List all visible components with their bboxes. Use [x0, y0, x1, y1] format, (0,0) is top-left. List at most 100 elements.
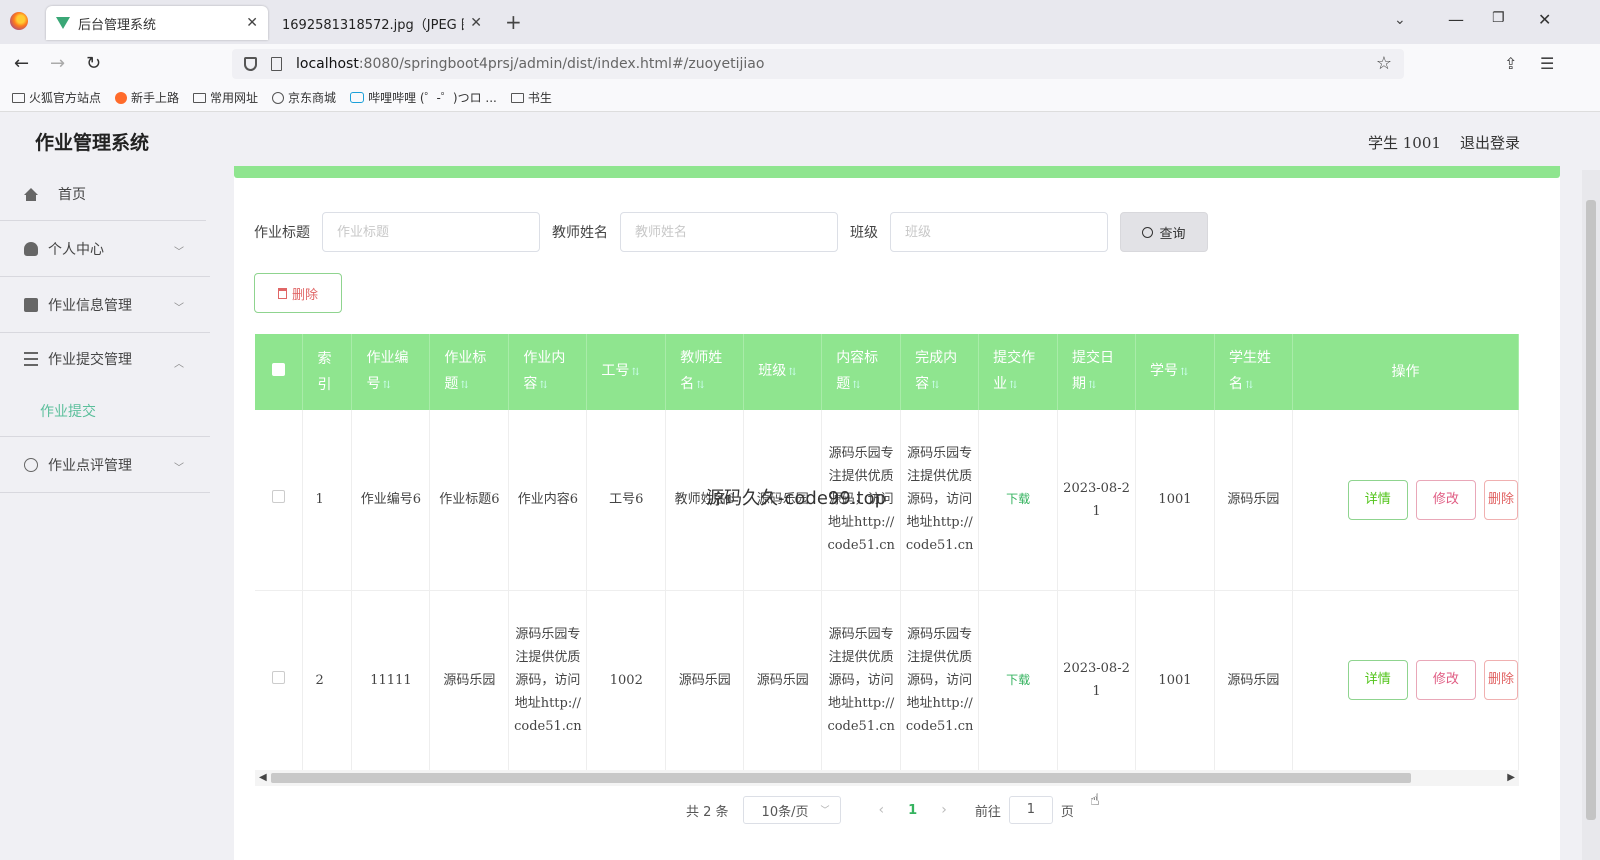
vertical-scrollbar[interactable]	[1582, 170, 1600, 860]
cell-hw-content: 作业内容6	[508, 410, 588, 591]
tab-image[interactable]: 1692581318572.jpg（JPEG 图像, ✕	[272, 6, 492, 40]
scrollbar-thumb[interactable]	[271, 773, 1411, 783]
cell-index: 1	[302, 410, 353, 591]
col-header[interactable]: 学生姓名 ⇅	[1214, 334, 1293, 410]
row-select-cell[interactable]	[255, 410, 304, 591]
detail-button[interactable]: 详情	[1347, 479, 1408, 520]
reload-icon[interactable]: ↻	[86, 53, 101, 74]
title-input[interactable]	[322, 212, 540, 252]
bookmark-item[interactable]: 火狐官方站点	[12, 89, 101, 106]
cell-hw-content: 源码乐园专注提供优质源码，访问地址http://code51.cn	[508, 590, 588, 770]
cell-student-name: 源码乐园	[1214, 590, 1293, 770]
close-icon[interactable]: ✕	[470, 15, 482, 31]
page-icon[interactable]	[271, 57, 282, 71]
bookmark-item[interactable]: 哔哩哔哩 (゜-゜)つロ ...	[350, 89, 497, 106]
sidebar-subitem-submit[interactable]: 作业提交	[0, 385, 210, 437]
download-link[interactable]: 下载	[1006, 492, 1030, 506]
folder-icon	[12, 92, 25, 103]
cell-ops: 详情 修改 删除	[1292, 590, 1519, 770]
overlay-text: 源码久久-code99.top	[706, 488, 887, 509]
pagination-total: 共 2 条	[686, 804, 729, 820]
col-header-ops: 操作	[1292, 334, 1519, 410]
cell-done-content: 源码乐园专注提供优质源码，访问地址http://code51.cn	[900, 590, 980, 770]
col-header[interactable]: 学号 ⇅	[1135, 334, 1215, 410]
row-delete-button[interactable]: 删除	[1484, 479, 1518, 520]
scrollbar-thumb[interactable]	[1586, 200, 1596, 820]
cell-student-no: 1001	[1135, 590, 1215, 770]
edit-button[interactable]: 修改	[1415, 479, 1476, 520]
page-number-current[interactable]: 1	[908, 803, 917, 818]
sidebar-item-review[interactable]: 作业点评管理 ﹀	[0, 437, 210, 493]
window-close-icon[interactable]: ✕	[1538, 10, 1551, 29]
next-page-icon[interactable]: ›	[941, 802, 947, 818]
sidebar: 作业管理系统 首页 个人中心 ﹀ 作业信息管理 ﹀ 作业提交管理 ︿ 作业提交 …	[0, 112, 210, 860]
class-input[interactable]	[890, 212, 1108, 252]
close-icon[interactable]: ✕	[246, 15, 258, 31]
row-select-cell[interactable]	[255, 590, 304, 770]
shield-icon[interactable]	[244, 57, 257, 71]
sidebar-item-home[interactable]: 首页	[0, 168, 210, 220]
extensions-icon[interactable]: ⇪	[1504, 54, 1517, 73]
delete-button[interactable]: 删除	[254, 273, 342, 313]
prev-page-icon[interactable]: ‹	[879, 802, 885, 818]
new-tab-icon[interactable]: +	[505, 10, 522, 34]
col-header[interactable]: 完成内容 ⇅	[900, 334, 980, 410]
cell-submit: 下载	[978, 590, 1059, 770]
minimize-icon[interactable]: —	[1448, 10, 1464, 29]
col-header[interactable]: 班级 ⇅	[743, 334, 823, 410]
tab-title: 1692581318572.jpg（JPEG 图像,	[282, 17, 464, 33]
bookmark-item[interactable]: 常用网址	[193, 89, 258, 106]
query-button[interactable]: 查询	[1120, 212, 1208, 252]
teacher-label: 教师姓名	[552, 225, 608, 241]
tab-admin[interactable]: 后台管理系统 ✕	[46, 6, 268, 40]
col-header[interactable]: 索引	[302, 334, 353, 410]
detail-button[interactable]: 详情	[1347, 660, 1408, 700]
col-header[interactable]: 作业标题 ⇅	[429, 334, 510, 410]
col-header[interactable]: 作业编号 ⇅	[351, 334, 431, 410]
col-header[interactable]: 作业内容 ⇅	[508, 334, 588, 410]
back-icon[interactable]: ←	[14, 53, 29, 74]
scroll-right-icon[interactable]: ▶	[1507, 772, 1515, 783]
goto-page-input[interactable]: 1	[1008, 796, 1053, 824]
logout-link[interactable]: 退出登录	[1460, 132, 1520, 153]
bookmark-item[interactable]: 新手上路	[115, 89, 179, 106]
sidebar-item-submission[interactable]: 作业提交管理 ︿	[0, 333, 210, 385]
chevron-down-icon[interactable]: ⌄	[1394, 12, 1406, 28]
url-bar[interactable]: localhost:8080/springboot4prsj/admin/dis…	[232, 49, 1404, 79]
col-header[interactable]: 教师姓名 ⇅	[665, 334, 745, 410]
horizontal-scrollbar[interactable]: ◀ ▶	[255, 770, 1519, 786]
download-link[interactable]: 下载	[1006, 673, 1030, 687]
page-size-select[interactable]: 10条/页 ﹀	[742, 796, 841, 824]
header-strip	[234, 166, 1560, 178]
chevron-up-icon: ︿	[174, 359, 184, 370]
row-checkbox[interactable]	[272, 670, 286, 684]
class-label: 班级	[850, 225, 878, 241]
select-all-checkbox[interactable]	[272, 363, 286, 376]
bookmark-item[interactable]: 书生	[510, 89, 552, 106]
col-header[interactable]: 工号 ⇅	[586, 334, 667, 410]
sidebar-item-personal[interactable]: 个人中心 ﹀	[0, 221, 210, 277]
folder-icon	[193, 92, 207, 103]
row-delete-button[interactable]: 删除	[1484, 660, 1518, 700]
col-header[interactable]: 内容标题 ⇅	[821, 334, 902, 410]
firefox-icon[interactable]	[10, 12, 28, 30]
edit-button[interactable]: 修改	[1415, 660, 1476, 700]
restore-icon[interactable]: ❐	[1492, 10, 1505, 26]
forward-icon[interactable]: →	[50, 53, 65, 74]
cell-content-title: 源码乐园专注提供优质源码，访问地址http://code51.cn	[821, 590, 902, 770]
bookmark-item[interactable]: 京东商城	[272, 89, 336, 106]
bookmark-star-icon[interactable]: ☆	[1376, 53, 1392, 74]
row-checkbox[interactable]	[272, 490, 286, 504]
browser-tab-bar: 后台管理系统 ✕ 1692581318572.jpg（JPEG 图像, ✕ + …	[0, 0, 1600, 44]
scroll-left-icon[interactable]: ◀	[259, 772, 267, 783]
menu-icon[interactable]: ☰	[1540, 54, 1554, 73]
select-all-cell[interactable]	[255, 334, 304, 410]
col-header[interactable]: 提交日期 ⇅	[1057, 334, 1136, 410]
sidebar-item-homework-info[interactable]: 作业信息管理 ﹀	[0, 277, 210, 333]
teacher-input[interactable]	[620, 212, 838, 252]
tab-title: 后台管理系统	[78, 17, 157, 33]
sidebar-item-label: 作业提交	[40, 403, 96, 420]
sidebar-item-label: 作业提交管理	[48, 352, 132, 368]
col-header[interactable]: 提交作业 ⇅	[978, 334, 1059, 410]
cell-class: 源码乐园	[743, 590, 823, 770]
